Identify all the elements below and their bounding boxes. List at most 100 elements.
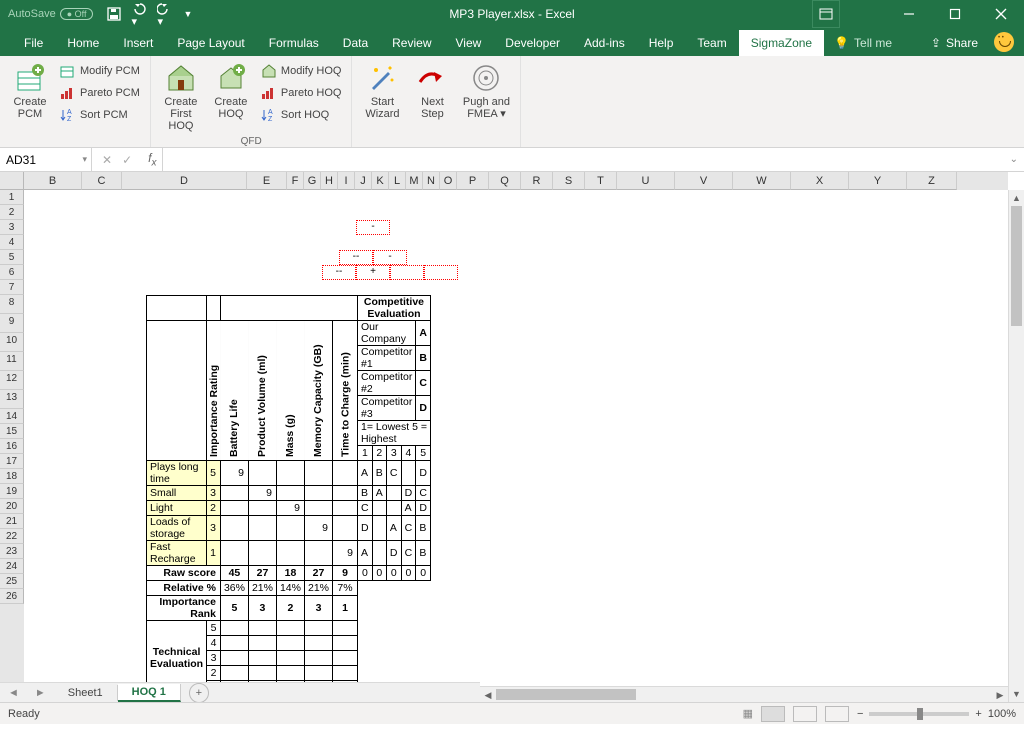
- table-row: Small3 9 BADC: [147, 486, 431, 501]
- quick-access-toolbar: ▾ ▾ ▼: [107, 1, 192, 28]
- row-headers[interactable]: 1234567891011121314151617181920212223242…: [0, 190, 24, 686]
- zoom-slider[interactable]: [869, 712, 969, 716]
- select-all-corner[interactable]: [0, 172, 24, 190]
- sheet-nav-next[interactable]: ►: [27, 687, 54, 699]
- ribbon-tabs: File Home Insert Page Layout Formulas Da…: [0, 28, 1024, 56]
- sort-hoq-button[interactable]: AZSort HOQ: [257, 104, 346, 126]
- horizontal-scrollbar[interactable]: ◀ ▶: [480, 686, 1008, 702]
- enter-formula-icon[interactable]: ✓: [122, 153, 132, 167]
- ribbon-group-pcm: Create PCM Modify PCM Pareto PCM AZSort …: [0, 56, 151, 147]
- modify-hoq-icon: [261, 63, 277, 79]
- create-first-hoq-button[interactable]: Create First HOQ: [157, 60, 205, 134]
- pareto-hoq-button[interactable]: Pareto HOQ: [257, 82, 346, 104]
- roof-cell: +: [356, 265, 390, 280]
- svg-text:Z: Z: [268, 116, 273, 123]
- macro-record-icon[interactable]: ▦: [743, 707, 753, 720]
- tab-file[interactable]: File: [12, 30, 55, 56]
- roof-cell: -: [373, 250, 407, 265]
- cancel-formula-icon[interactable]: ✕: [102, 153, 112, 167]
- lightbulb-icon: 💡: [834, 36, 849, 50]
- table-row: Plays long time5 9 ABCD: [147, 461, 431, 486]
- tab-developer[interactable]: Developer: [493, 30, 572, 56]
- tab-page-layout[interactable]: Page Layout: [165, 30, 256, 56]
- minimize-button[interactable]: [886, 0, 932, 28]
- modify-hoq-button[interactable]: Modify HOQ: [257, 60, 346, 82]
- zoom-out-icon[interactable]: −: [857, 708, 863, 720]
- zoom-level[interactable]: 100%: [988, 708, 1016, 720]
- scroll-up-icon[interactable]: ▲: [1009, 190, 1024, 206]
- next-step-icon: [416, 62, 448, 94]
- scroll-thumb[interactable]: [496, 689, 636, 700]
- tab-view[interactable]: View: [444, 30, 494, 56]
- close-button[interactable]: [978, 0, 1024, 28]
- create-pcm-icon: [14, 62, 46, 94]
- table-row: Light2 9 CAD: [147, 501, 431, 516]
- column-headers[interactable]: BCDEFGHIJKLMNOPQRSTUVWXYZ: [24, 172, 1008, 190]
- sort-pcm-button[interactable]: AZSort PCM: [56, 104, 144, 126]
- scroll-left-icon[interactable]: ◀: [480, 687, 496, 702]
- tab-formulas[interactable]: Formulas: [257, 30, 331, 56]
- ribbon-display-icon[interactable]: [812, 0, 840, 28]
- table-row: Loads of storage3 9 DACB: [147, 516, 431, 541]
- ribbon: Create PCM Modify PCM Pareto PCM AZSort …: [0, 56, 1024, 148]
- formula-bar[interactable]: [162, 148, 1024, 171]
- normal-view-button[interactable]: [761, 706, 785, 722]
- vertical-scrollbar[interactable]: ▲ ▼: [1008, 190, 1024, 702]
- tab-help[interactable]: Help: [637, 30, 686, 56]
- tab-review[interactable]: Review: [380, 30, 443, 56]
- pareto-pcm-button[interactable]: Pareto PCM: [56, 82, 144, 104]
- house-icon: [165, 62, 197, 94]
- save-icon[interactable]: [107, 7, 121, 21]
- roof-cell: --: [339, 250, 373, 265]
- create-hoq-button[interactable]: Create HOQ: [207, 60, 255, 122]
- create-hoq-icon: [215, 62, 247, 94]
- pugh-fmea-button[interactable]: Pugh and FMEA ▾: [458, 60, 514, 122]
- maximize-button[interactable]: [932, 0, 978, 28]
- window-title: MP3 Player.xlsx - Excel: [449, 7, 574, 21]
- sheet-tab-sheet1[interactable]: Sheet1: [54, 685, 118, 701]
- share-icon: ⇪: [931, 36, 941, 50]
- qat-dropdown-icon[interactable]: ▼: [183, 9, 192, 19]
- status-bar: Ready ▦ − + 100%: [0, 702, 1024, 724]
- next-step-button[interactable]: Next Step: [408, 60, 456, 122]
- roof-cell: -: [356, 220, 390, 235]
- svg-text:A: A: [268, 109, 273, 116]
- redo-icon[interactable]: ▾: [157, 1, 173, 28]
- page-layout-view-button[interactable]: [793, 706, 817, 722]
- modify-pcm-button[interactable]: Modify PCM: [56, 60, 144, 82]
- account-icon[interactable]: [994, 32, 1014, 52]
- sheet-tab-hoq1[interactable]: HOQ 1: [118, 684, 181, 702]
- svg-text:Z: Z: [67, 116, 72, 123]
- undo-icon[interactable]: ▾: [131, 1, 147, 28]
- tab-data[interactable]: Data: [331, 30, 380, 56]
- share-button[interactable]: ⇪Share: [921, 30, 988, 56]
- fx-icon[interactable]: fx: [142, 151, 162, 168]
- scroll-right-icon[interactable]: ▶: [992, 687, 1008, 702]
- sheet-nav-prev[interactable]: ◄: [0, 687, 27, 699]
- pugh-fmea-icon: [470, 62, 502, 94]
- pareto-pcm-icon: [60, 85, 76, 101]
- tab-addins[interactable]: Add-ins: [572, 30, 637, 56]
- page-break-view-button[interactable]: [825, 706, 849, 722]
- create-pcm-button[interactable]: Create PCM: [6, 60, 54, 122]
- zoom-in-icon[interactable]: +: [975, 708, 981, 720]
- tell-me-search[interactable]: 💡Tell me: [824, 30, 902, 56]
- modify-pcm-icon: [60, 63, 76, 79]
- scroll-down-icon[interactable]: ▼: [1009, 686, 1024, 702]
- name-box[interactable]: AD31: [0, 148, 92, 171]
- tab-sigmazone[interactable]: SigmaZone: [739, 30, 824, 56]
- svg-text:A: A: [67, 109, 72, 116]
- new-sheet-button[interactable]: +: [189, 683, 209, 703]
- ribbon-group-qfd: Create First HOQ Create HOQ Modify HOQ P…: [151, 56, 353, 147]
- tab-insert[interactable]: Insert: [111, 30, 165, 56]
- pareto-hoq-icon: [261, 85, 277, 101]
- scroll-thumb[interactable]: [1011, 206, 1022, 326]
- start-wizard-button[interactable]: Start Wizard: [358, 60, 406, 122]
- tab-team[interactable]: Team: [685, 30, 738, 56]
- autosave-toggle[interactable]: AutoSave ● Off: [8, 8, 93, 20]
- zoom-control[interactable]: − + 100%: [857, 708, 1016, 720]
- status-ready: Ready: [8, 708, 40, 720]
- roof-cell: [424, 265, 458, 280]
- spreadsheet-grid[interactable]: BCDEFGHIJKLMNOPQRSTUVWXYZ 12345678910111…: [0, 172, 1024, 702]
- tab-home[interactable]: Home: [55, 30, 111, 56]
